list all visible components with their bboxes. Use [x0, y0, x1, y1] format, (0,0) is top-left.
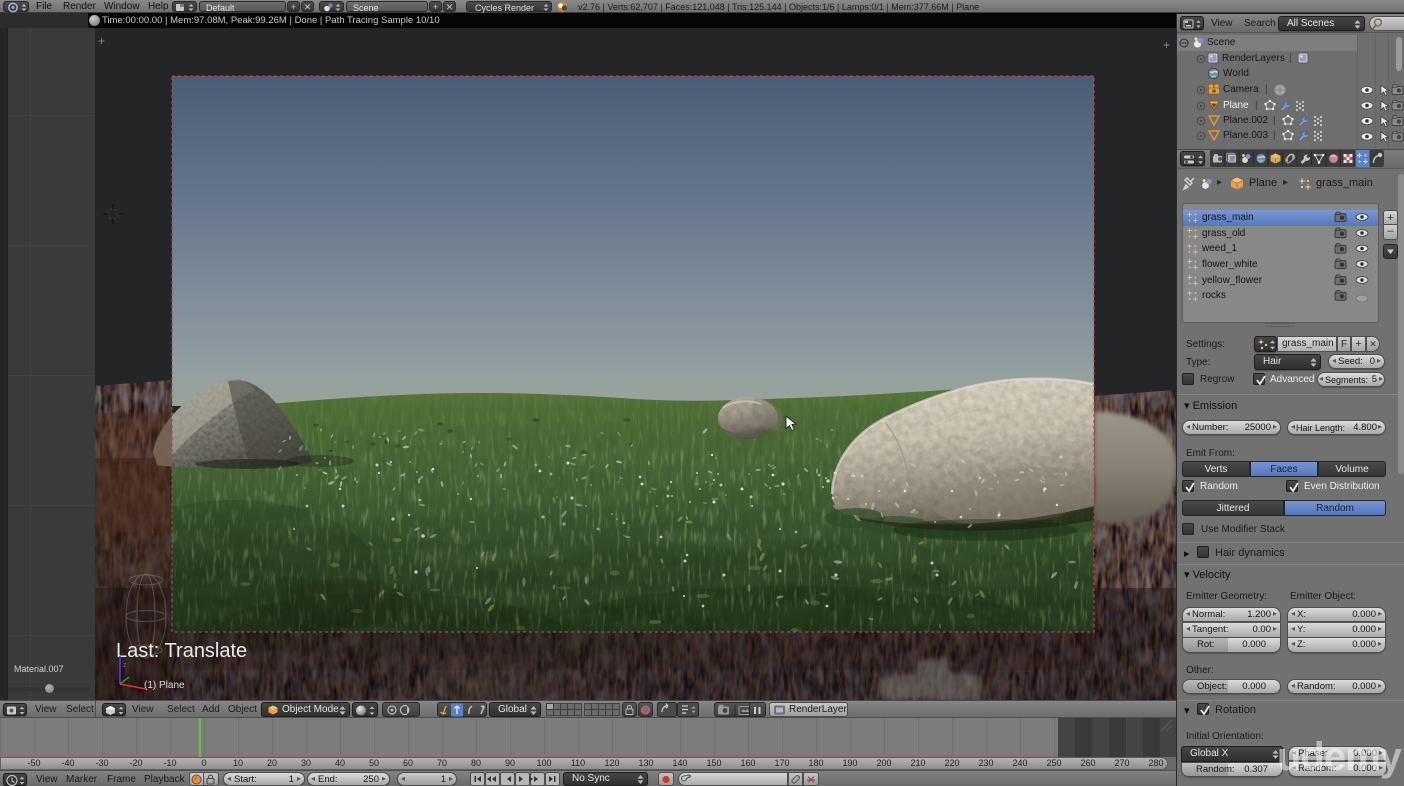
- svg-text:z: z: [123, 662, 127, 669]
